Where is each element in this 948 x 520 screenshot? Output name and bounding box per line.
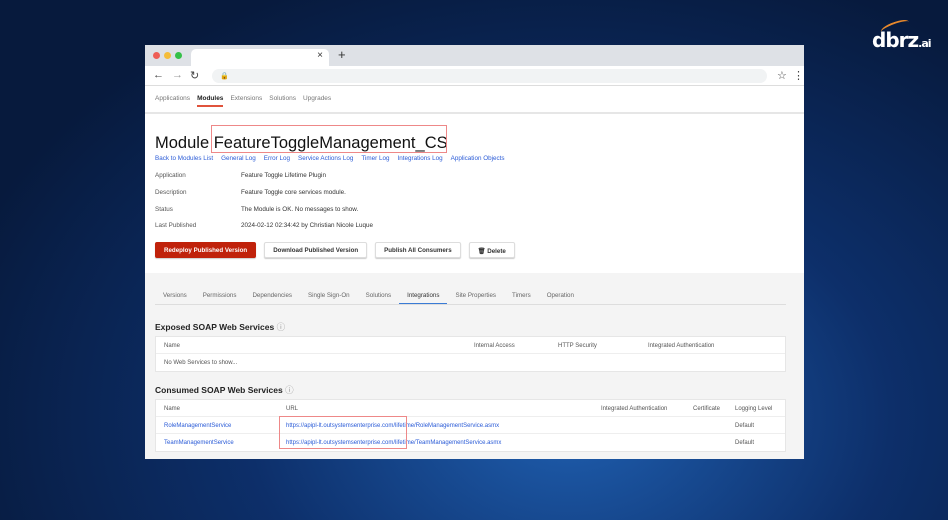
tab-bar: × + [145,45,804,66]
heading-text: Consumed SOAP Web Services [155,385,283,395]
table-row: RoleManagementService https://apipl-lt.o… [156,417,785,434]
table-header: Name Internal Access HTTP Security Integ… [156,337,785,354]
col-http-security: HTTP Security [558,343,597,349]
download-button[interactable]: Download Published Version [264,242,368,258]
link-service-actions-log[interactable]: Service Actions Log [298,155,353,162]
logo-suffix: .ai [918,37,931,50]
service-name-link[interactable]: RoleManagementService [164,423,231,429]
info-status: Status The Module is OK. No messages to s… [155,206,358,213]
trash-icon: 🗑 [477,248,486,255]
url-input[interactable]: 🔒 [212,69,767,83]
browser-window: × + ← → ↻ 🔒 ☆ ⋮ Applications Modules Ext… [145,45,804,459]
consumed-heading: Consumed SOAP Web Services ⓘ [155,384,294,396]
col-integrated-auth: Integrated Authentication [601,406,668,412]
info-value: 2024-02-12 02:34:42 by Christian Nicole … [241,222,373,229]
col-name: Name [164,343,181,349]
logging-level: Default [735,423,755,429]
col-name: Name [164,406,181,412]
browser-menu-icon[interactable]: ⋮ [793,69,804,82]
info-application: Application Feature Toggle Lifetime Plugi… [155,172,326,179]
module-links: Back to Modules List General Log Error L… [155,155,505,162]
col-internal-access: Internal Access [474,343,515,349]
heading-text: Exposed SOAP Web Services [155,322,275,332]
info-label: Last Published [155,222,197,229]
browser-tab[interactable]: × [191,49,329,66]
tab-close-icon[interactable]: × [317,50,323,61]
info-description: Description Feature Toggle core services … [155,189,346,196]
exposed-heading: Exposed SOAP Web Services ⓘ [155,321,285,333]
info-last-published: Last Published 2024-02-12 02:34:42 by Chr… [155,222,373,229]
info-icon[interactable]: ⓘ [285,385,294,395]
reload-icon[interactable]: ↻ [190,69,199,82]
nav-solutions[interactable]: Solutions [269,95,296,107]
forward-icon[interactable]: → [172,69,183,81]
link-general-log[interactable]: General Log [221,155,256,162]
tab-integrations[interactable]: Integrations [399,292,448,304]
tab-site-properties[interactable]: Site Properties [447,292,504,304]
tab-operation[interactable]: Operation [539,292,582,304]
info-label: Status [155,206,173,213]
bookmark-star-icon[interactable]: ☆ [777,69,787,82]
nav-extensions[interactable]: Extensions [230,95,262,107]
tab-dependencies[interactable]: Dependencies [244,292,300,304]
link-back-to-modules[interactable]: Back to Modules List [155,155,213,162]
nav-modules[interactable]: Modules [197,95,224,107]
logging-level: Default [735,440,755,446]
tab-versions[interactable]: Versions [155,292,195,304]
new-tab-icon[interactable]: + [338,47,346,62]
info-label: Application [155,172,186,179]
delete-button[interactable]: 🗑 Delete [468,242,515,258]
delete-label: Delete [487,248,506,255]
link-error-log[interactable]: Error Log [264,155,290,162]
maximize-window-icon[interactable] [175,52,182,59]
close-window-icon[interactable] [153,52,160,59]
info-value: Feature Toggle core services module. [241,189,346,196]
redeploy-button[interactable]: Redeploy Published Version [155,242,257,258]
service-name-link[interactable]: TeamManagementService [164,440,234,446]
col-url: URL [286,406,299,412]
tab-single-sign-on[interactable]: Single Sign-On [300,292,358,304]
col-logging-level: Logging Level [735,406,773,412]
table-row: TeamManagementService https://apipl-lt.o… [156,434,785,451]
module-tabs: Versions Permissions Dependencies Single… [155,292,786,305]
empty-message: No Web Services to show... [164,360,238,366]
lock-icon: 🔒 [220,73,229,80]
back-icon[interactable]: ← [153,69,164,81]
url-highlight [279,416,407,449]
col-certificate: Certificate [693,406,721,412]
consumed-table: Name URL Integrated Authentication Certi… [155,399,786,452]
minimize-window-icon[interactable] [164,52,171,59]
tab-timers[interactable]: Timers [504,292,539,304]
application-link[interactable]: Feature Toggle Lifetime Plugin [241,172,326,179]
tab-permissions[interactable]: Permissions [195,292,245,304]
nav-upgrades[interactable]: Upgrades [303,95,331,107]
table-header: Name URL Integrated Authentication Certi… [156,400,785,417]
col-integrated-auth: Integrated Authentication [648,343,715,349]
link-timer-log[interactable]: Timer Log [361,155,389,162]
tab-solutions[interactable]: Solutions [358,292,399,304]
address-bar-row: ← → ↻ 🔒 ☆ ⋮ [145,66,804,86]
link-application-objects[interactable]: Application Objects [451,155,505,162]
info-value: The Module is OK. No messages to show. [241,206,359,213]
link-integrations-log[interactable]: Integrations Log [397,155,442,162]
exposed-table: Name Internal Access HTTP Security Integ… [155,336,786,372]
nav-applications[interactable]: Applications [155,95,190,107]
publish-consumers-button[interactable]: Publish All Consumers [375,242,461,258]
top-nav: Applications Modules Extensions Solution… [155,95,331,107]
info-icon[interactable]: ⓘ [277,322,286,332]
nav-divider [145,112,804,114]
empty-row: No Web Services to show... [156,354,785,371]
dbrz-logo: dbrz.ai [872,17,932,52]
action-buttons: Redeploy Published Version Download Publ… [155,242,515,258]
info-label: Description [155,189,187,196]
title-prefix: Module [155,134,210,152]
module-name-highlight [211,125,447,153]
